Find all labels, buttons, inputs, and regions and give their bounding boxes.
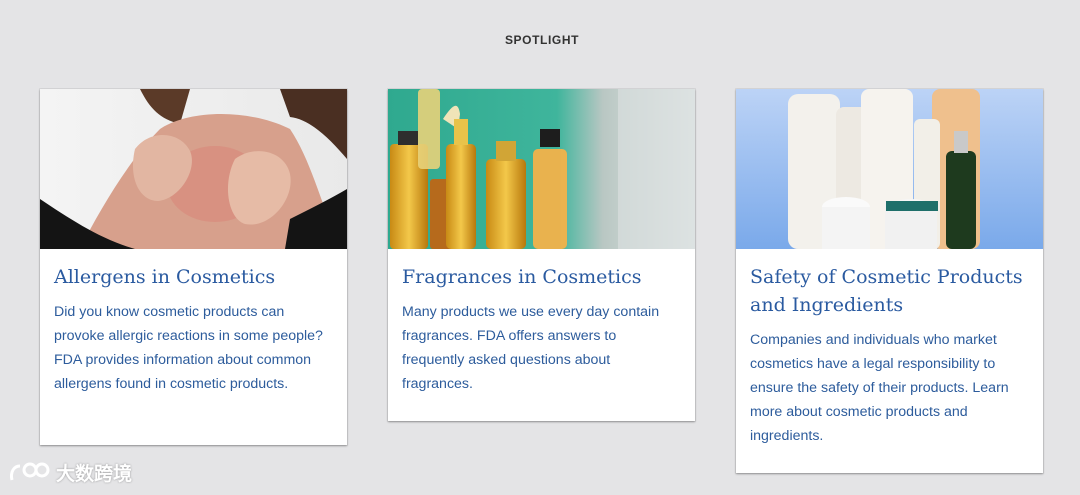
fragrances-image[interactable] <box>388 89 695 249</box>
fragrances-title[interactable]: Fragrances in Cosmetics <box>402 263 681 291</box>
allergens-description: Did you know cosmetic products can provo… <box>54 304 323 392</box>
watermark-text: 大数跨境 <box>56 463 133 485</box>
allergens-title[interactable]: Allergens in Cosmetics <box>54 263 333 291</box>
watermark-logo-icon <box>10 462 50 480</box>
safety-image[interactable] <box>736 89 1043 249</box>
spotlight-card-fragrances[interactable]: Fragrances in Cosmetics Many products we… <box>388 89 695 421</box>
spotlight-card-allergens[interactable]: Allergens in Cosmetics Did you know cosm… <box>40 89 347 445</box>
spotlight-card-safety[interactable]: Safety of Cosmetic Products and Ingredie… <box>736 89 1043 473</box>
safety-description: Companies and individuals who market cos… <box>750 332 1009 444</box>
safety-title[interactable]: Safety of Cosmetic Products and Ingredie… <box>750 263 1029 319</box>
fragrances-description: Many products we use every day contain f… <box>402 304 660 392</box>
spotlight-heading: SPOTLIGHT <box>504 33 580 47</box>
allergens-image[interactable] <box>40 89 347 249</box>
watermark: 大数跨境 <box>8 459 132 486</box>
